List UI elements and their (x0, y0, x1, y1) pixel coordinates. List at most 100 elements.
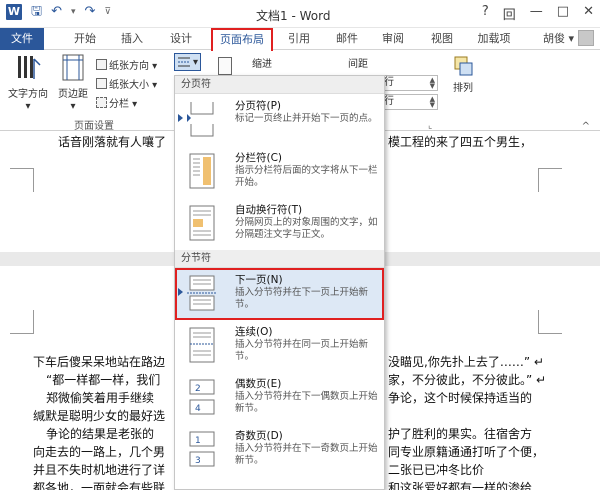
tab-insert[interactable]: 插入 (113, 28, 151, 50)
line-numbers-icon[interactable] (218, 57, 232, 75)
tab-addins[interactable]: 加载项 (470, 28, 518, 50)
orientation-button[interactable]: 纸张方向 ▾ (96, 57, 157, 72)
odd-page-break-icon: 1 3 (189, 431, 215, 467)
doc-line: 都各地，一面就会有些联 (33, 481, 166, 490)
column-break-icon (189, 153, 215, 189)
spacing-before-input[interactable]: 行 ▲ ▼ (380, 75, 438, 91)
breaks-dropdown-icon: ▾ (193, 56, 199, 68)
breaks-dropdown-menu: 分页符 分页符(P) 标记一页终止并开始下一页的点。 分栏符(C) 指示分栏符后… (174, 75, 385, 490)
doc-line-top-left: 话音刚落就有人嚷了 (58, 135, 167, 149)
doc-line: 二张已已冲冬比价 (388, 463, 485, 477)
breaks-button[interactable]: ▾ (174, 53, 202, 71)
svg-text:4: 4 (195, 404, 201, 414)
doc-line: 没瞄见,你先扑上去了……” ↵ (388, 355, 544, 369)
window-title: 文档1 - Word (256, 9, 331, 23)
menu-item-desc: 插入分节符并在下一页上开始新节。 (235, 287, 369, 310)
ribbon-display-options-button[interactable]: 回 (503, 4, 516, 23)
doc-line: 缄默是聪明少女的最好选 (33, 409, 166, 423)
orientation-label: 纸张方向 ▾ (109, 61, 158, 72)
ribbon-tabs: 文件 开始 插入 设计 页面布局 引用 邮件 审阅 视图 加载项 胡俊 ▾ (0, 28, 600, 51)
menu-item-title: 分页符(P) (235, 100, 282, 112)
pointer-arrow-icon (178, 114, 183, 122)
menu-item-title: 自动换行符(T) (235, 204, 303, 216)
restore-button[interactable]: □ (557, 4, 569, 23)
doc-line: 并且不失时机地进行了详 (33, 463, 166, 477)
margins-button[interactable]: 页边距 ▾ (54, 53, 92, 113)
text-direction-button[interactable]: 文字方向 ▾ (4, 53, 52, 113)
menu-item-title: 下一页(N) (235, 274, 283, 286)
tab-view[interactable]: 视图 (425, 28, 459, 50)
columns-label: 分栏 ▾ (109, 99, 138, 110)
size-label: 纸张大小 ▾ (109, 80, 158, 91)
menu-item-desc: 插入分节符并在下一偶数页上开始新节。 (235, 391, 378, 414)
page-corner-mark (538, 168, 562, 192)
text-direction-icon (18, 56, 41, 79)
doc-line: 向走去的一路上，几个男 (33, 445, 166, 459)
svg-text:1: 1 (195, 436, 201, 446)
save-icon[interactable]: 🖫 (31, 4, 42, 20)
menu-item-page-break[interactable]: 分页符(P) 标记一页终止并开始下一页的点。 (175, 94, 384, 146)
arrange-icon (454, 56, 473, 76)
tab-references[interactable]: 引用 (282, 28, 316, 50)
columns-icon (96, 97, 107, 108)
spacing-after-input[interactable]: 行 ▲ ▼ (380, 94, 438, 110)
redo-icon[interactable]: ↷ (85, 4, 96, 20)
spacing-label: 间距 (348, 59, 368, 70)
quick-access-toolbar: W 🖫 ↶ ▾ ↷ ⊽ (6, 4, 111, 20)
tab-design[interactable]: 设计 (162, 28, 200, 50)
page-setup-group-label: 页面设置 (74, 121, 114, 132)
doc-line: 郑微偷笑着用手继续 (46, 391, 155, 405)
margins-label: 页边距 (58, 89, 88, 100)
margins-dropdown-icon: ▾ (70, 101, 76, 112)
customize-qat-icon[interactable]: ⊽ (104, 7, 111, 17)
spacing-after-value: 行 (384, 96, 394, 107)
page-break-icon (187, 102, 214, 137)
margins-icon (62, 54, 84, 81)
menu-item-even-page[interactable]: 2 4 偶数页(E) 插入分节符并在下一偶数页上开始新节。 (175, 372, 384, 424)
doc-line: 争论的结果是老张的 (46, 427, 155, 441)
tab-home[interactable]: 开始 (66, 28, 104, 50)
tab-mailings[interactable]: 邮件 (330, 28, 364, 50)
text-wrapping-break-icon (189, 205, 215, 241)
tab-file[interactable]: 文件 (0, 28, 44, 50)
tab-page-layout[interactable]: 页面布局 (211, 28, 273, 51)
doc-line: 护了胜利的果实。往宿舍方 (388, 427, 533, 441)
undo-dropdown-icon[interactable]: ▾ (71, 7, 76, 17)
indent-label: 缩进 (252, 59, 272, 70)
undo-icon[interactable]: ↶ (51, 4, 62, 20)
avatar (578, 30, 594, 46)
minimize-button[interactable]: — (530, 4, 543, 23)
collapse-ribbon-icon[interactable]: ^ (582, 121, 590, 132)
menu-item-next-page[interactable]: 下一页(N) 插入分节符并在下一页上开始新节。 (175, 268, 384, 320)
menu-item-odd-page[interactable]: 1 3 奇数页(D) 插入分节符并在下一奇数页上开始新节。 (175, 424, 384, 476)
tab-review[interactable]: 审阅 (376, 28, 410, 50)
menu-item-continuous[interactable]: 连续(O) 插入分节符并在同一页上开始新节。 (175, 320, 384, 372)
menu-item-title: 分栏符(C) (235, 152, 283, 164)
doc-line-top-right: 模工程的来了四五个男生， (388, 135, 533, 149)
even-page-break-icon: 2 4 (189, 379, 215, 415)
section-header-section-breaks: 分节符 (175, 250, 384, 268)
doc-line: 争论，这个时候保持适当的 (388, 391, 533, 405)
arrange-button[interactable]: 排列 (448, 55, 478, 95)
svg-text:2: 2 (195, 384, 201, 394)
size-button[interactable]: 纸张大小 ▾ (96, 76, 157, 91)
page-corner-mark (10, 310, 34, 334)
menu-item-desc: 指示分栏符后面的文字将从下一栏开始。 (235, 165, 378, 188)
user-account[interactable]: 胡俊 ▾ (543, 30, 594, 46)
title-bar: W 🖫 ↶ ▾ ↷ ⊽ 文档1 - Word ? 回 — □ ✕ (0, 0, 600, 28)
breaks-icon (178, 57, 190, 67)
menu-item-text-wrapping-break[interactable]: 自动换行符(T) 分隔网页上的对象周围的文字，如分隔题注文字与正文。 (175, 198, 384, 250)
menu-item-column-break[interactable]: 分栏符(C) 指示分栏符后面的文字将从下一栏开始。 (175, 146, 384, 198)
next-page-break-icon (187, 275, 217, 311)
doc-line: 同专业原籍通通打听了个便， (388, 445, 545, 459)
help-button[interactable]: ? (482, 4, 489, 23)
word-window: W 🖫 ↶ ▾ ↷ ⊽ 文档1 - Word ? 回 — □ ✕ 文件 开始 插… (0, 0, 600, 490)
doc-line: 和这张爱好都有一样的渗给 (388, 481, 533, 490)
spin-arrows-icon[interactable]: ▲ ▼ (430, 77, 435, 90)
close-button[interactable]: ✕ (583, 4, 594, 23)
paragraph-launcher-icon[interactable]: ⌞ (428, 121, 432, 131)
spin-arrows-icon[interactable]: ▲ ▼ (430, 96, 435, 109)
pointer-arrow-icon (178, 288, 183, 296)
columns-button[interactable]: 分栏 ▾ (96, 95, 137, 110)
user-name: 胡俊 ▾ (542, 32, 574, 45)
